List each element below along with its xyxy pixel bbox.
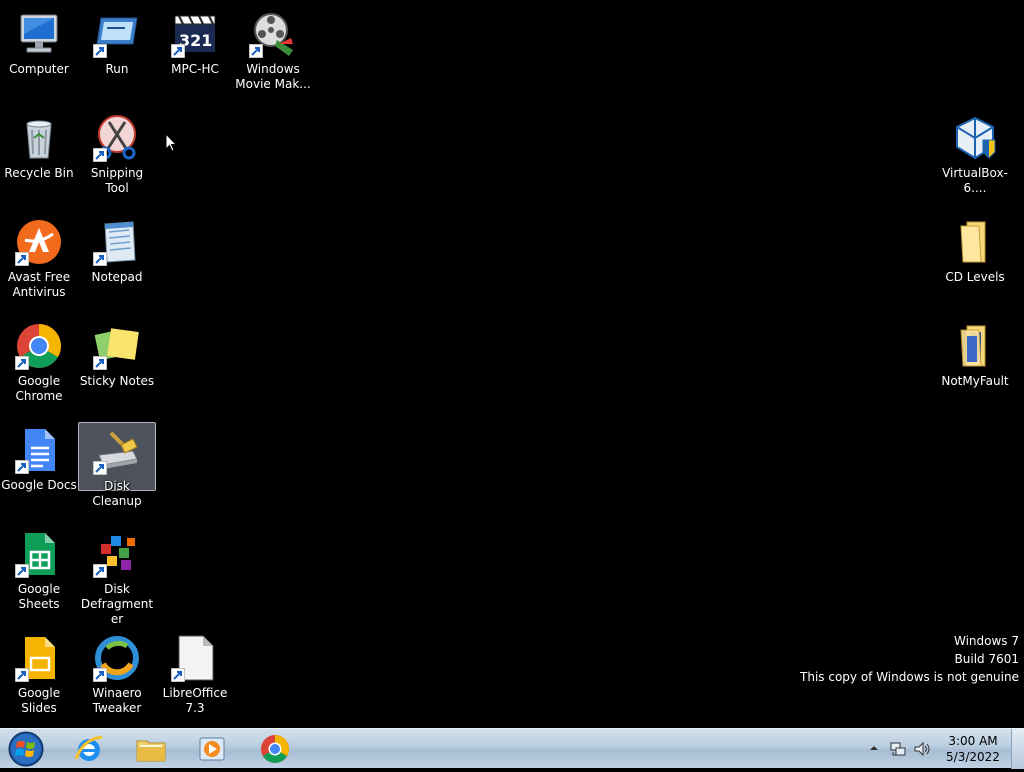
chrome-icon <box>15 322 63 370</box>
desktop-icon-snipping-tool[interactable]: Snipping Tool <box>78 110 156 196</box>
icon-label: Notepad <box>91 270 143 284</box>
icon-label: Snipping Tool <box>90 166 144 195</box>
google-docs-icon <box>15 426 63 474</box>
desktop-icon-google-docs[interactable]: Google Docs <box>0 422 78 493</box>
show-hidden-icons-icon[interactable] <box>868 742 880 754</box>
taskbar-internet-explorer[interactable] <box>62 731 116 767</box>
icon-label: Disk Defragmenter <box>80 582 154 626</box>
taskbar-windows-explorer[interactable] <box>124 731 178 767</box>
shortcut-arrow-icon <box>15 668 29 682</box>
desktop-icon-mpc-hc[interactable]: 321 MPC-HC <box>156 6 234 77</box>
virtualbox-icon <box>951 114 999 162</box>
watermark-build: Build 7601 <box>954 652 1019 666</box>
clock-time: 3:00 AM <box>948 734 998 748</box>
desktop-icon-cd-levels[interactable]: CD Levels <box>936 214 1014 285</box>
media-player-icon <box>199 737 225 761</box>
libreoffice-icon <box>171 634 219 682</box>
shortcut-arrow-icon <box>15 460 29 474</box>
taskbar-google-chrome[interactable] <box>248 731 302 767</box>
network-icon[interactable] <box>889 740 907 758</box>
icon-label: Google Docs <box>1 478 77 492</box>
icon-label: Run <box>105 62 129 76</box>
desktop-icon-virtualbox[interactable]: VirtualBox-6.... <box>936 110 1014 196</box>
shortcut-arrow-icon <box>93 148 107 162</box>
icon-label: Avast Free Antivirus <box>7 270 71 299</box>
snipping-tool-icon <box>93 114 141 162</box>
desktop[interactable]: Computer Recycle Bin Avast Free Antiviru… <box>0 0 1024 728</box>
taskbar-windows-media-player[interactable] <box>185 731 239 767</box>
windows-logo-icon <box>8 731 44 767</box>
avast-icon <box>15 218 63 266</box>
shortcut-arrow-icon <box>249 44 263 58</box>
clock[interactable]: 3:00 AM 5/3/2022 <box>937 733 1009 765</box>
taskbar: 3:00 AM 5/3/2022 <box>0 728 1024 769</box>
desktop-icon-notepad[interactable]: Notepad <box>78 214 156 285</box>
desktop-icon-notmyfault[interactable]: NotMyFault <box>936 318 1014 389</box>
icon-label: Winaero Tweaker <box>92 686 142 715</box>
recycle-bin-icon <box>15 114 63 162</box>
icon-label: Sticky Notes <box>79 374 155 388</box>
show-desktop-button[interactable] <box>1011 729 1024 769</box>
desktop-icon-windows-movie-maker[interactable]: Windows Movie Mak... <box>234 6 312 92</box>
desktop-icon-google-slides[interactable]: Google Slides <box>0 630 78 716</box>
desktop-icon-run[interactable]: Run <box>78 6 156 77</box>
icon-label: NotMyFault <box>941 374 1009 388</box>
desktop-icon-winaero-tweaker[interactable]: Winaero Tweaker <box>78 630 156 716</box>
run-icon <box>93 10 141 58</box>
shortcut-arrow-icon <box>15 356 29 370</box>
mouse-pointer-icon <box>165 133 177 152</box>
google-slides-icon <box>15 634 63 682</box>
icon-label: Google Slides <box>17 686 61 715</box>
shortcut-arrow-icon <box>93 564 107 578</box>
shortcut-arrow-icon <box>93 252 107 266</box>
desktop-icon-google-chrome[interactable]: Google Chrome <box>0 318 78 404</box>
icon-label: MPC-HC <box>171 62 219 76</box>
watermark-os: Windows 7 <box>953 634 1019 648</box>
start-button[interactable] <box>6 730 46 768</box>
disk-cleanup-icon <box>93 427 141 475</box>
shortcut-arrow-icon <box>15 252 29 266</box>
desktop-icon-avast[interactable]: Avast Free Antivirus <box>0 214 78 300</box>
desktop-icon-recycle-bin[interactable]: Recycle Bin <box>0 110 78 181</box>
shortcut-arrow-icon <box>93 461 107 475</box>
chrome-icon <box>261 735 289 763</box>
icon-label: Recycle Bin <box>4 166 74 180</box>
computer-icon <box>15 10 63 58</box>
desktop-icon-google-sheets[interactable]: Google Sheets <box>0 526 78 612</box>
desktop-icon-disk-defragmenter[interactable]: Disk Defragmenter <box>78 526 156 627</box>
desktop-icon-computer[interactable]: Computer <box>0 6 78 77</box>
shortcut-arrow-icon <box>15 564 29 578</box>
folder-icon <box>951 218 999 266</box>
volume-icon[interactable] <box>913 740 931 758</box>
internet-explorer-icon <box>74 735 103 761</box>
clock-date: 5/3/2022 <box>946 750 1000 764</box>
google-sheets-icon <box>15 530 63 578</box>
icon-label: Computer <box>9 62 69 76</box>
windows-watermark: Windows 7 Build 7601 This copy of Window… <box>800 632 1019 686</box>
shortcut-arrow-icon <box>171 668 185 682</box>
shortcut-arrow-icon <box>171 44 185 58</box>
icon-label: Windows Movie Mak... <box>235 62 311 91</box>
icon-label: CD Levels <box>945 270 1005 284</box>
notepad-icon <box>93 218 141 266</box>
icon-label: Google Sheets <box>17 582 61 611</box>
desktop-icon-disk-cleanup[interactable]: Disk Cleanup <box>78 422 156 508</box>
desktop-icon-sticky-notes[interactable]: Sticky Notes <box>78 318 156 389</box>
folder-icon <box>136 740 166 762</box>
desktop-icon-libreoffice[interactable]: LibreOffice 7.3 <box>156 630 234 716</box>
disk-defragmenter-icon <box>93 530 141 578</box>
watermark-genuine-notice: This copy of Windows is not genuine <box>800 670 1019 684</box>
movie-maker-icon <box>249 10 297 58</box>
icon-label: Google Chrome <box>15 374 63 403</box>
folder-icon <box>951 322 999 370</box>
shortcut-arrow-icon <box>93 44 107 58</box>
shortcut-arrow-icon <box>93 668 107 682</box>
winaero-tweaker-icon <box>93 634 141 682</box>
shortcut-arrow-icon <box>93 356 107 370</box>
icon-label: Disk Cleanup <box>92 479 142 508</box>
icon-label: LibreOffice 7.3 <box>162 686 228 715</box>
sticky-notes-icon <box>93 322 141 370</box>
mpc-hc-icon: 321 <box>171 10 219 58</box>
icon-label: VirtualBox-6.... <box>942 166 1008 195</box>
